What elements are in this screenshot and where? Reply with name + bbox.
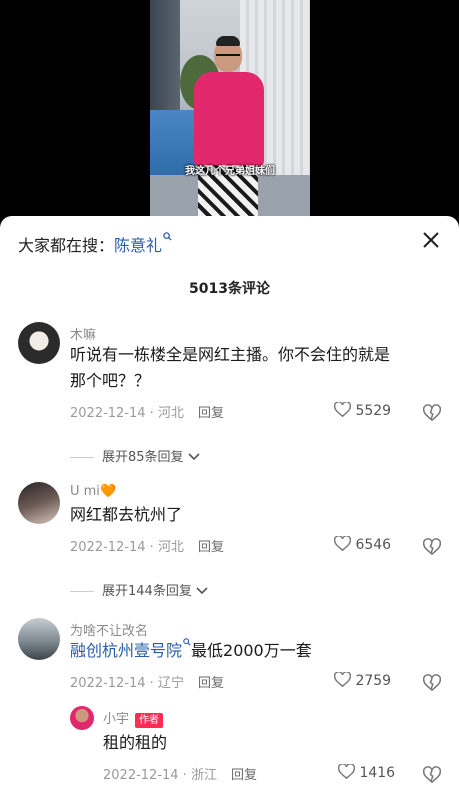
divider-line (70, 457, 94, 458)
reply-meta: 2022-12-14 · 浙江 回复 (103, 764, 257, 783)
video-subtitle: 我这几个兄弟姐妹们 (185, 166, 275, 177)
comment-text: 融创杭州壹号院 最低2000万一套 (70, 638, 312, 664)
reply-username-text: 小宇 (103, 712, 130, 727)
person-glasses (216, 54, 240, 61)
like-count: 2759 (355, 673, 392, 689)
expand-replies[interactable]: 展开85条回复 (70, 446, 200, 465)
reply-username[interactable]: 小宇 作者 (103, 708, 164, 728)
comment-date-location: 2022-12-14 · 河北 (70, 540, 184, 555)
search-icon (163, 232, 172, 241)
comment-text-line: 那个吧？？ (70, 371, 151, 390)
heart-icon (333, 671, 352, 688)
comment-meta: 2022-12-14 · 河北 回复 (70, 536, 224, 555)
reply-button[interactable]: 回复 (198, 676, 224, 691)
reply-button[interactable]: 回复 (198, 540, 224, 555)
comment-text-line: 听说有一栋楼全是网红主播。你不会住的就是 (70, 345, 391, 364)
comment-username[interactable]: 木嘛 (70, 324, 96, 343)
avatar[interactable] (70, 706, 94, 730)
search-prefix: 大家都在搜： (18, 236, 115, 255)
video-player[interactable]: 我这几个兄弟姐妹们 (0, 0, 459, 232)
avatar[interactable] (18, 322, 60, 364)
like-count: 5529 (355, 403, 392, 419)
reply-text: 租的租的 (103, 733, 168, 752)
chevron-down-icon (196, 587, 208, 595)
like-count: 6546 (355, 537, 392, 553)
like-button[interactable]: 2759 (333, 671, 392, 689)
avatar[interactable] (18, 618, 60, 660)
comment-text: 听说有一栋楼全是网红主播。你不会住的就是 那个吧？？ (70, 342, 390, 394)
comment-text: 网红都去杭州了 (70, 505, 183, 524)
search-icon (183, 638, 191, 646)
avatar[interactable] (18, 482, 60, 524)
person-hoodie (194, 72, 264, 167)
comment-count: 5013条评论 (189, 281, 270, 297)
comment-meta: 2022-12-14 · 河北 回复 (70, 402, 224, 421)
comment-username[interactable]: 为啥不让改名 (70, 620, 148, 639)
like-count: 1416 (359, 765, 396, 781)
broken-heart-icon[interactable] (423, 404, 441, 422)
orange-heart-emoji: 🧡 (99, 484, 117, 499)
comment-text-rest: 最低2000万一套 (191, 641, 312, 660)
reply-button[interactable]: 回复 (231, 768, 257, 783)
comment-date-location: 2022-12-14 · 河北 (70, 406, 184, 421)
video-frame[interactable]: 我这几个兄弟姐妹们 (150, 0, 310, 216)
comment-sheet: 大家都在搜：陈意礼 5013条评论 木嘛 听说有一栋楼全是网红主播。你不会住的就… (0, 216, 459, 791)
person-hair (216, 36, 240, 46)
comment-date-location: 2022-12-14 · 辽宁 (70, 676, 184, 691)
heart-icon (333, 535, 352, 552)
like-button[interactable]: 5529 (333, 401, 392, 419)
building-left (150, 0, 180, 110)
expand-replies[interactable]: 展开144条回复 (70, 580, 208, 599)
search-keyword[interactable]: 陈意礼 (114, 236, 162, 255)
broken-heart-icon[interactable] (423, 674, 441, 692)
chevron-down-icon (188, 453, 200, 461)
divider-line (70, 591, 94, 592)
comment-username-text: U mi (70, 484, 100, 499)
broken-heart-icon[interactable] (423, 766, 441, 784)
reply-button[interactable]: 回复 (198, 406, 224, 421)
heart-icon (333, 401, 352, 418)
author-badge: 作者 (135, 713, 164, 728)
hashtag-link[interactable]: 融创杭州壹号院 (70, 638, 191, 660)
close-icon[interactable] (419, 228, 443, 252)
like-button[interactable]: 6546 (333, 535, 392, 553)
broken-heart-icon[interactable] (423, 538, 441, 556)
like-button[interactable]: 1416 (337, 763, 396, 781)
reply-date-location: 2022-12-14 · 浙江 (103, 768, 217, 783)
hashtag-link-text: 融创杭州壹号院 (70, 641, 183, 660)
expand-label: 展开85条回复 (102, 450, 184, 465)
expand-label: 展开144条回复 (102, 584, 192, 599)
comment-username[interactable]: U mi🧡 (70, 484, 116, 499)
heart-icon (337, 763, 356, 780)
search-suggestion[interactable]: 大家都在搜：陈意礼 (18, 232, 172, 256)
comment-meta: 2022-12-14 · 辽宁 回复 (70, 672, 224, 691)
